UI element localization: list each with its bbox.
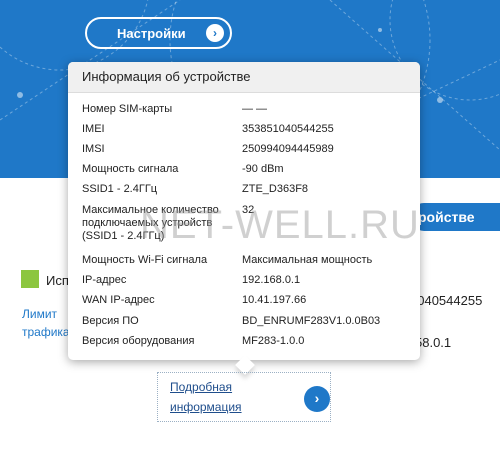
row-value: BD_ENRUMF283V1.0.0B03 <box>242 315 381 327</box>
popup-title: Информация об устройстве <box>68 62 420 93</box>
row-value: -90 dBm <box>242 163 284 175</box>
row-firmware-version: Версия ПО BD_ENRUMF283V1.0.0B03 <box>68 315 420 327</box>
traffic-limit-link-line2: трафика <box>22 325 70 339</box>
row-signal-strength: Мощность сигнала -90 dBm <box>68 163 420 175</box>
watermark: NET-WELL.RU <box>140 203 420 247</box>
row-value: 192.168.0.1 <box>242 274 301 286</box>
status-indicator <box>21 270 39 288</box>
row-label: Версия ПО <box>82 315 139 327</box>
chevron-right-icon: › <box>206 24 224 42</box>
row-label: IMEI <box>82 123 105 135</box>
row-label: Номер SIM-карты <box>82 103 173 115</box>
row-value: 10.41.197.66 <box>242 294 307 306</box>
traffic-limit-link[interactable]: Лимит трафика <box>22 305 70 341</box>
settings-button[interactable]: Настройки › <box>85 17 232 49</box>
row-label: Версия оборудования <box>82 335 195 347</box>
row-sim-number: Номер SIM-карты — — <box>68 103 420 115</box>
traffic-limit-link-line1: Лимит <box>22 307 58 321</box>
row-value: MF283-1.0.0 <box>242 335 305 347</box>
row-label: SSID1 - 2.4ГГц <box>82 183 158 195</box>
row-label: Мощность сигнала <box>82 163 179 175</box>
row-imei: IMEI 353851040544255 <box>68 123 420 135</box>
row-ssid: SSID1 - 2.4ГГц ZTE_D363F8 <box>68 183 420 195</box>
settings-button-label: Настройки <box>117 25 186 41</box>
row-value: — — <box>242 103 268 115</box>
details-link-container[interactable]: Подробная информация › <box>157 372 331 422</box>
ip-value-bg: 58.0.1 <box>415 335 452 350</box>
row-label: WAN IP-адрес <box>82 294 155 306</box>
row-value: 250994094445989 <box>242 143 334 155</box>
device-info-button[interactable]: ройстве <box>410 203 500 231</box>
row-ip-address: IP-адрес 192.168.0.1 <box>68 274 420 286</box>
row-value: 353851040544255 <box>242 123 334 135</box>
status-label: Исп <box>46 273 69 288</box>
row-hardware-version: Версия оборудования MF283-1.0.0 <box>68 335 420 347</box>
row-wan-ip: WAN IP-адрес 10.41.197.66 <box>68 294 420 306</box>
row-value: ZTE_D363F8 <box>242 183 309 195</box>
row-label: Мощность Wi-Fi сигнала <box>82 254 208 266</box>
row-value: Максимальная мощность <box>242 254 373 266</box>
row-wifi-power: Мощность Wi-Fi сигнала Максимальная мощн… <box>68 254 420 266</box>
arrow-right-icon[interactable]: › <box>304 386 330 412</box>
row-imsi: IMSI 250994094445989 <box>68 143 420 155</box>
row-label: IP-адрес <box>82 274 127 286</box>
details-link[interactable]: Подробная информация <box>170 377 280 417</box>
imei-value-bg: 1040544255 <box>410 293 483 308</box>
row-label: IMSI <box>82 143 105 155</box>
